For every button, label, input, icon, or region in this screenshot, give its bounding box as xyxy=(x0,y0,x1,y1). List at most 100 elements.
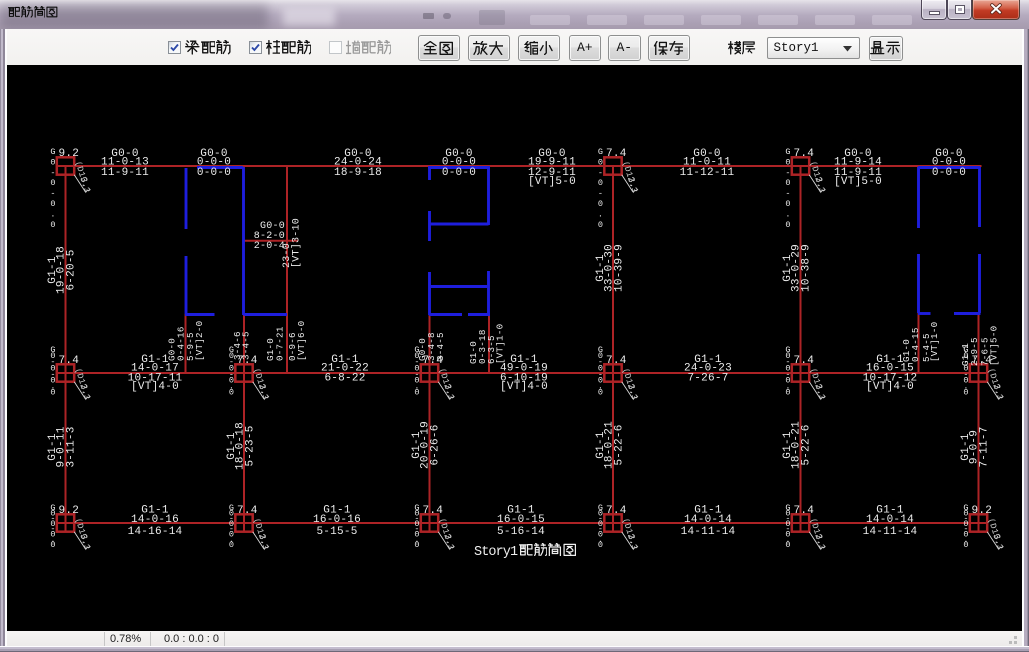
svg-text:14-0-14: 14-0-14 xyxy=(866,514,914,526)
svg-text:7.4: 7.4 xyxy=(794,355,815,367)
svg-text:0: 0 xyxy=(598,540,603,550)
svg-text:Story1: Story1 xyxy=(474,545,518,560)
svg-text:G: G xyxy=(598,147,603,157)
svg-text:9.2: 9.2 xyxy=(59,505,80,517)
svg-text:3.1: 3.1 xyxy=(257,533,271,552)
svg-text:0: 0 xyxy=(598,199,603,209)
svg-text:0: 0 xyxy=(50,157,55,167)
svg-text:5-22-6: 5-22-6 xyxy=(801,424,813,465)
svg-text:10-38-9: 10-38-9 xyxy=(801,244,813,292)
svg-text:7.4: 7.4 xyxy=(606,355,627,367)
svg-text:0: 0 xyxy=(963,388,968,398)
svg-text:16-0-16: 16-0-16 xyxy=(313,514,361,526)
svg-text:9.2: 9.2 xyxy=(972,505,993,517)
svg-text:[VT]2-0: [VT]2-0 xyxy=(194,321,205,361)
svg-text:0: 0 xyxy=(598,388,603,398)
svg-text:14-16-14: 14-16-14 xyxy=(128,526,183,538)
svg-text:16-0-15: 16-0-15 xyxy=(497,514,545,526)
svg-text:0: 0 xyxy=(414,540,419,550)
svg-text:3.1: 3.1 xyxy=(78,176,92,195)
svg-text:-: - xyxy=(50,168,55,178)
svg-text:0: 0 xyxy=(50,199,55,209)
svg-text:11-9-11: 11-9-11 xyxy=(101,167,149,179)
svg-text:5-22-6: 5-22-6 xyxy=(614,424,626,465)
svg-text:.: . xyxy=(50,209,55,219)
svg-text:3.1: 3.1 xyxy=(813,176,827,195)
svg-text:7.4: 7.4 xyxy=(794,505,815,517)
svg-text:7.4: 7.4 xyxy=(606,148,627,160)
svg-text:-: - xyxy=(50,189,55,199)
svg-text:0: 0 xyxy=(785,220,790,230)
svg-text:7.4: 7.4 xyxy=(423,505,444,517)
svg-text:0: 0 xyxy=(229,540,234,550)
svg-text:0-0-0: 0-0-0 xyxy=(932,167,966,179)
svg-text:9.2: 9.2 xyxy=(59,148,80,160)
svg-text:3.1: 3.1 xyxy=(991,533,1005,552)
svg-text:3-11-3: 3-11-3 xyxy=(66,426,78,467)
svg-text:3.1: 3.1 xyxy=(78,383,92,402)
svg-text:3.1: 3.1 xyxy=(442,533,456,552)
svg-text:-: - xyxy=(785,189,790,199)
svg-text:[VT]1-0: [VT]1-0 xyxy=(929,322,940,362)
svg-text:0: 0 xyxy=(785,388,790,398)
svg-text:0: 0 xyxy=(414,388,419,398)
svg-text:.: . xyxy=(598,209,603,219)
svg-text:0-4-15: 0-4-15 xyxy=(910,327,921,362)
svg-text:0: 0 xyxy=(50,540,55,550)
svg-text:G: G xyxy=(785,147,790,157)
svg-text:G: G xyxy=(50,147,55,157)
svg-text:14-11-14: 14-11-14 xyxy=(681,526,736,538)
svg-text:7.4: 7.4 xyxy=(237,505,258,517)
svg-text:7.4: 7.4 xyxy=(59,355,80,367)
svg-text:[VT]4-0: [VT]4-0 xyxy=(500,381,548,393)
svg-text:5-23-5: 5-23-5 xyxy=(245,425,257,466)
svg-text:-: - xyxy=(598,189,603,199)
svg-text:0: 0 xyxy=(50,388,55,398)
svg-text:[VT]6-0: [VT]6-0 xyxy=(296,321,307,361)
svg-text:3.1: 3.1 xyxy=(626,533,640,552)
svg-text:7.4: 7.4 xyxy=(606,505,627,517)
svg-text:7-26-7: 7-26-7 xyxy=(687,373,728,385)
svg-text:0: 0 xyxy=(785,540,790,550)
svg-text:3.1: 3.1 xyxy=(442,383,456,402)
svg-text:6-26-6: 6-26-6 xyxy=(430,424,442,465)
svg-text:[VT]3-10: [VT]3-10 xyxy=(291,218,303,268)
svg-text:0: 0 xyxy=(50,178,55,188)
svg-text:11-12-11: 11-12-11 xyxy=(680,167,735,179)
svg-text:-: - xyxy=(785,168,790,178)
svg-text:[VT]4-0: [VT]4-0 xyxy=(131,381,179,393)
svg-text:5-15-5: 5-15-5 xyxy=(316,526,357,538)
svg-text:5-16-14: 5-16-14 xyxy=(497,526,545,538)
svg-text:[VT]4-0: [VT]4-0 xyxy=(866,381,914,393)
svg-text:0: 0 xyxy=(785,199,790,209)
svg-text:6-20-5: 6-20-5 xyxy=(66,249,78,290)
svg-text:0: 0 xyxy=(50,220,55,230)
svg-text:10-39-9: 10-39-9 xyxy=(614,244,626,292)
svg-text:0: 0 xyxy=(229,388,234,398)
svg-text:0-7-21: 0-7-21 xyxy=(275,326,286,361)
svg-text:3.1: 3.1 xyxy=(991,383,1005,402)
svg-text:2-9-5: 2-9-5 xyxy=(969,337,980,366)
svg-text:[VT]1-0: [VT]1-0 xyxy=(495,324,506,364)
svg-text:0: 0 xyxy=(963,540,968,550)
svg-text:-: - xyxy=(598,168,603,178)
svg-text:7.4: 7.4 xyxy=(794,148,815,160)
svg-text:3-4-5: 3-4-5 xyxy=(435,332,446,361)
svg-text:14-0-16: 14-0-16 xyxy=(131,514,179,526)
svg-text:3-4-5: 3-4-5 xyxy=(241,331,252,360)
svg-text:3.1: 3.1 xyxy=(626,383,640,402)
svg-text:[VT]5-0: [VT]5-0 xyxy=(834,176,882,188)
svg-text:0-0-0: 0-0-0 xyxy=(197,167,231,179)
svg-text:7-11-7: 7-11-7 xyxy=(979,426,991,467)
svg-text:6-8-22: 6-8-22 xyxy=(324,373,365,385)
svg-text:3.1: 3.1 xyxy=(813,383,827,402)
svg-text:.: . xyxy=(785,209,790,219)
svg-text:3.1: 3.1 xyxy=(813,533,827,552)
svg-text:3.1: 3.1 xyxy=(78,533,92,552)
svg-text:3.1: 3.1 xyxy=(626,176,640,195)
svg-text:[VT]5-0: [VT]5-0 xyxy=(528,176,576,188)
svg-text:[VT]5-0: [VT]5-0 xyxy=(989,326,1000,366)
svg-text:18-9-18: 18-9-18 xyxy=(334,167,382,179)
svg-text:14-0-14: 14-0-14 xyxy=(684,514,732,526)
svg-text:0: 0 xyxy=(598,157,603,167)
